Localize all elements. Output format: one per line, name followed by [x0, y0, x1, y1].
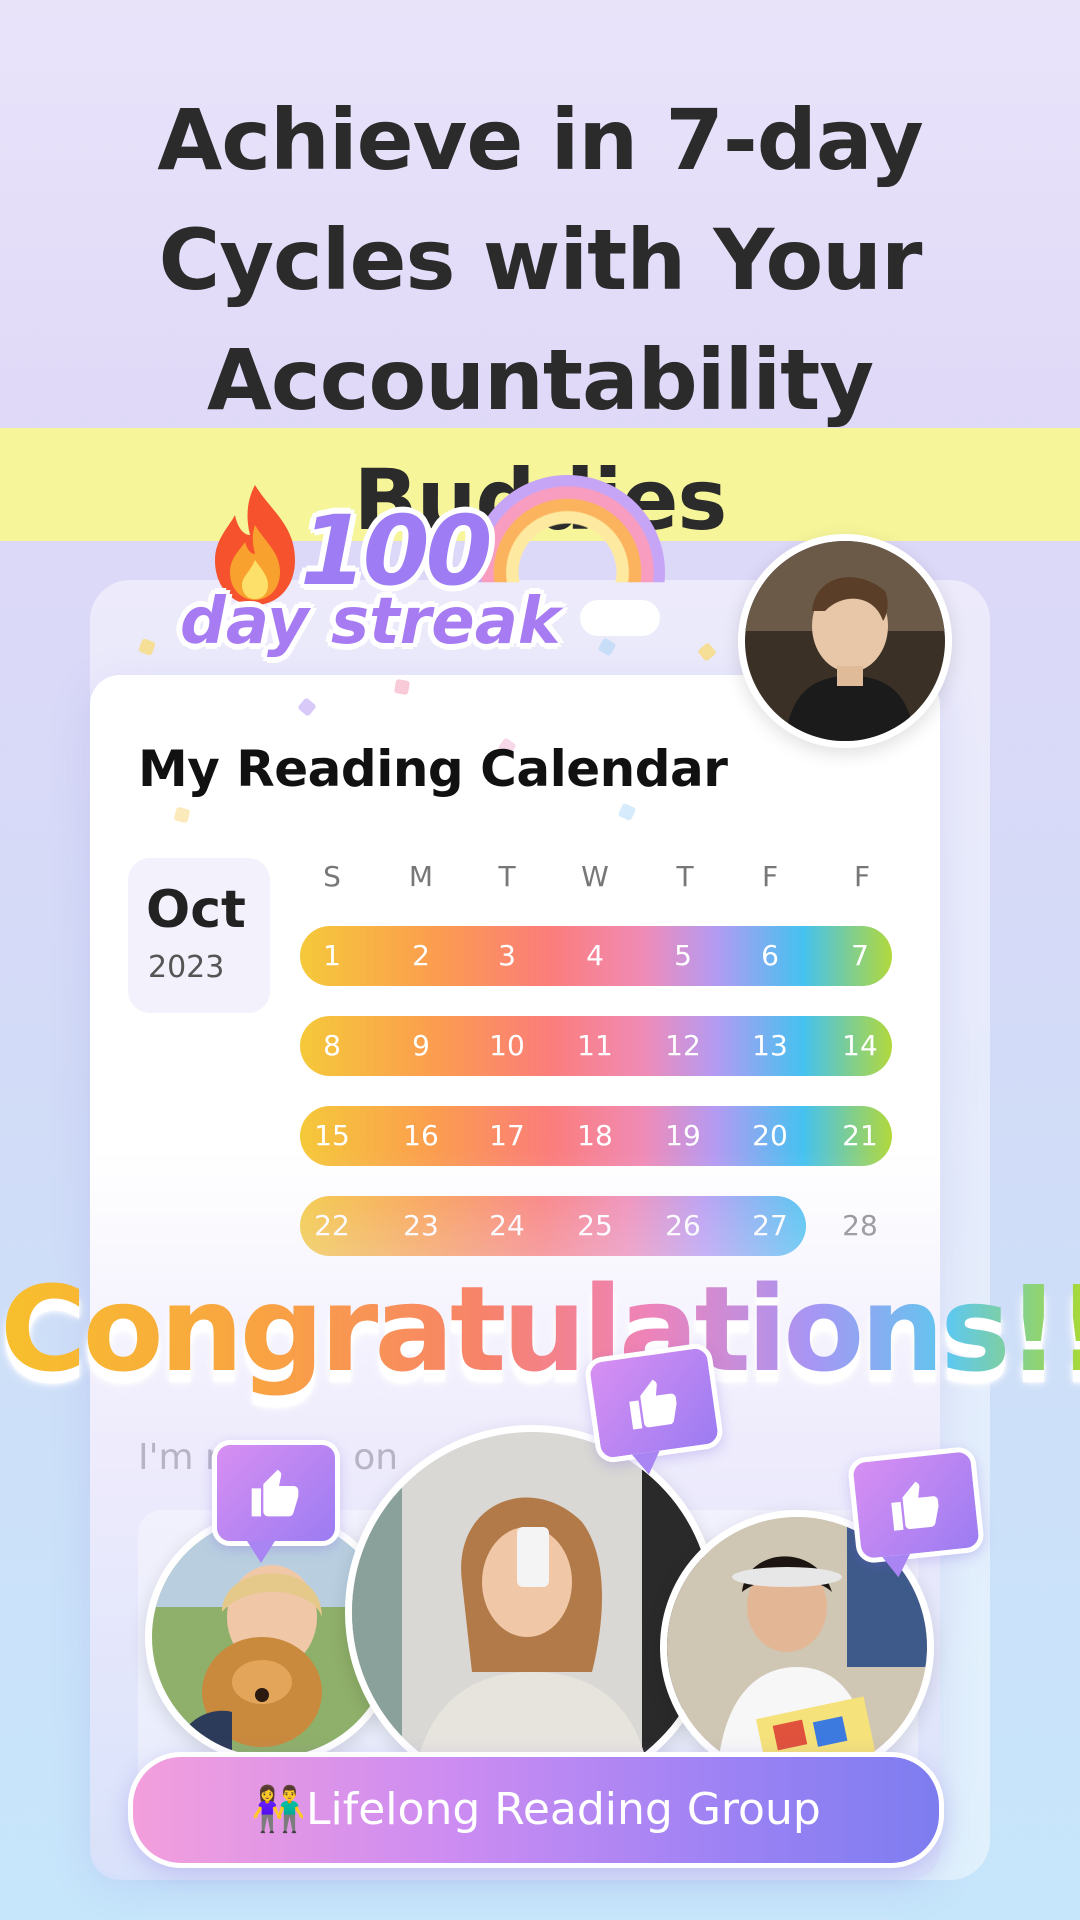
calendar-day[interactable]: 1: [302, 926, 362, 986]
bubble-tail: [247, 1541, 275, 1563]
calendar-day[interactable]: 4: [565, 926, 625, 986]
avatar-girl-selfie-image: [352, 1432, 712, 1792]
cloud-icon: [580, 600, 660, 636]
calendar-day[interactable]: 7: [830, 926, 890, 986]
thumbs-up-icon: [891, 1481, 939, 1531]
calendar-day[interactable]: 6: [740, 926, 800, 986]
bubble-tail: [631, 1450, 663, 1477]
congrats-title: Congratulations!!: [0, 1260, 1080, 1398]
calendar-day[interactable]: 11: [565, 1016, 625, 1076]
streak-label: day streak: [180, 585, 561, 659]
week-row: 1 2 3 4 5 6 7: [300, 926, 892, 986]
weekday-label: M: [408, 860, 434, 893]
confetti: [393, 678, 411, 696]
thumbs-up-icon: [251, 1469, 299, 1517]
calendar-day[interactable]: 12: [653, 1016, 713, 1076]
headline-line-1: Achieve in 7-day: [157, 91, 923, 189]
calendar-day[interactable]: 9: [391, 1016, 451, 1076]
calendar-day[interactable]: 2: [391, 926, 451, 986]
group-button[interactable]: 👫Lifelong Reading Group: [128, 1752, 944, 1868]
like-bubble[interactable]: [846, 1445, 986, 1579]
group-name: Lifelong Reading Group: [306, 1784, 821, 1835]
avatar: [345, 1425, 719, 1799]
weekday-label: T: [676, 860, 694, 893]
weekday-label: S: [323, 860, 341, 893]
thumbs-up-icon: [629, 1379, 677, 1430]
avatar: [738, 534, 952, 748]
like-bubble[interactable]: [583, 1341, 725, 1477]
month-year: 2023: [148, 950, 225, 985]
weekday-label: F: [853, 860, 871, 893]
like-bubble[interactable]: [212, 1440, 340, 1563]
weekday-label: F: [761, 860, 779, 893]
calendar-day[interactable]: 8: [302, 1016, 362, 1076]
calendar-day[interactable]: 3: [477, 926, 537, 986]
avatar-man-image: [745, 541, 945, 741]
calendar-day[interactable]: 14: [830, 1016, 890, 1076]
group-label: 👫Lifelong Reading Group: [133, 1757, 939, 1863]
calendar-day[interactable]: 10: [477, 1016, 537, 1076]
weekday-label: W: [581, 860, 609, 893]
calendar-day[interactable]: 13: [740, 1016, 800, 1076]
weekday-label: T: [498, 860, 516, 893]
week-row: 8 9 10 11 12 13 14: [300, 1016, 892, 1076]
headline-line-2: Cycles with Your: [158, 211, 923, 309]
month-name: Oct: [146, 880, 246, 940]
bubble-tail: [882, 1553, 913, 1579]
month-box: Oct 2023: [128, 858, 270, 1013]
couple-icon: 👫: [251, 1784, 306, 1835]
calendar-title: My Reading Calendar: [138, 740, 728, 798]
calendar-day[interactable]: 5: [653, 926, 713, 986]
